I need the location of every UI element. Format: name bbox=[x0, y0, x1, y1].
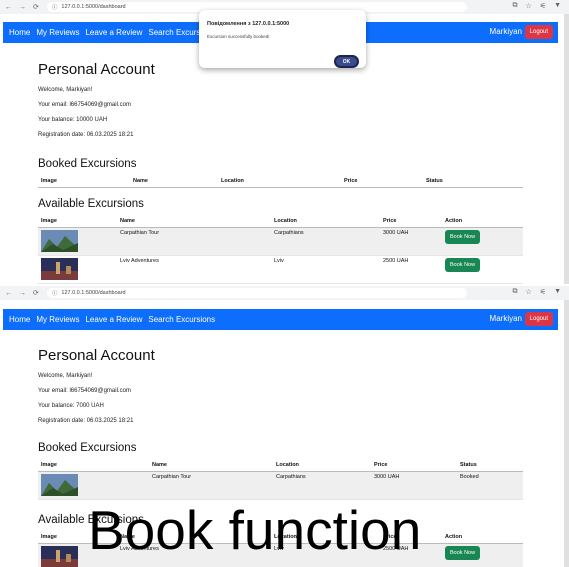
scrollbar[interactable] bbox=[564, 14, 569, 284]
th-image: Image bbox=[38, 458, 149, 472]
th-status: Status bbox=[423, 174, 523, 188]
dashboard-content: Personal Account Welcome, Markiyan! Your… bbox=[38, 61, 526, 284]
table-row: Lviv Adventures Lviv 2500 UAH Book Now bbox=[38, 255, 523, 284]
nav-search-excursions[interactable]: Search Excursions bbox=[148, 315, 215, 324]
th-location: Location bbox=[273, 458, 371, 472]
excursion-location: Lviv bbox=[271, 255, 380, 284]
nav-leave-review[interactable]: Leave a Review bbox=[85, 28, 142, 37]
username: Markiyan bbox=[489, 27, 522, 36]
screenshot-before: ← → ⟳ ⓘ 127.0.0.1:5000/dashboard ⧉ ☆ ⚟ ▼… bbox=[0, 0, 569, 284]
available-table: Image Name Location Price Action Carpath… bbox=[38, 214, 523, 284]
forward-icon[interactable]: → bbox=[19, 290, 26, 297]
excursion-name: Lviv Adventures bbox=[117, 255, 271, 284]
star-icon[interactable]: ☆ bbox=[526, 2, 532, 10]
th-price: Price bbox=[341, 174, 423, 188]
logout-button[interactable]: Logout bbox=[524, 312, 553, 326]
reload-icon[interactable]: ⟳ bbox=[33, 4, 39, 11]
nav-leave-review[interactable]: Leave a Review bbox=[85, 315, 142, 324]
navbar: Home My Reviews Leave a Review Search Ex… bbox=[3, 309, 558, 330]
th-image: Image bbox=[38, 174, 130, 188]
th-price: Price bbox=[380, 214, 442, 228]
th-action: Action bbox=[442, 530, 523, 544]
extensions-icon[interactable]: ⚟ bbox=[540, 2, 546, 10]
th-price: Price bbox=[371, 458, 457, 472]
th-name: Name bbox=[117, 214, 271, 228]
extensions-icon[interactable]: ⚟ bbox=[540, 288, 546, 296]
info-icon[interactable]: ⓘ bbox=[52, 3, 58, 11]
dialog-message: Excursion successfully booked! bbox=[207, 34, 270, 39]
url-text: 127.0.0.1:5000/dashboard bbox=[61, 290, 126, 296]
book-now-button[interactable]: Book Now bbox=[445, 230, 481, 244]
download-icon[interactable]: ▼ bbox=[554, 2, 561, 10]
browser-toolbar: ← → ⟳ ⓘ 127.0.0.1:5000/dashboard ⧉ ☆ ⚟ ▼ bbox=[0, 286, 569, 300]
book-now-button[interactable]: Book Now bbox=[445, 546, 481, 560]
booked-heading: Booked Excursions bbox=[38, 158, 137, 170]
balance-text: Your balance: 7000 UAH bbox=[38, 403, 104, 409]
registration-text: Registration date: 06.03.2025 18:21 bbox=[38, 132, 134, 138]
nav-home[interactable]: Home bbox=[9, 28, 30, 37]
scrollbar[interactable] bbox=[564, 300, 569, 567]
address-bar[interactable]: ⓘ 127.0.0.1:5000/dashboard bbox=[46, 288, 467, 298]
nav-home[interactable]: Home bbox=[9, 315, 30, 324]
excursion-price: 2500 UAH bbox=[380, 255, 442, 284]
username: Markiyan bbox=[489, 314, 522, 323]
alert-dialog: Повідомлення з 127.0.0.1:5000 Excursion … bbox=[199, 10, 366, 68]
translate-icon[interactable]: ⧉ bbox=[513, 288, 518, 296]
carpathians-thumbnail bbox=[41, 230, 78, 252]
welcome-text: Welcome, Markiyan! bbox=[38, 373, 93, 379]
forward-icon[interactable]: → bbox=[19, 4, 26, 11]
info-icon[interactable]: ⓘ bbox=[52, 289, 58, 297]
th-image: Image bbox=[38, 214, 117, 228]
registration-text: Registration date: 06.03.2025 18:21 bbox=[38, 418, 134, 424]
overlay-caption: Book function bbox=[88, 499, 422, 561]
star-icon[interactable]: ☆ bbox=[526, 288, 532, 296]
booked-table: Image Name Location Price Status bbox=[38, 174, 523, 188]
booked-table: Image Name Location Price Status Carpath… bbox=[38, 458, 523, 500]
url-text: 127.0.0.1:5000/dashboard bbox=[61, 4, 126, 10]
balance-text: Your balance: 10000 UAH bbox=[38, 117, 108, 123]
th-location: Location bbox=[271, 214, 380, 228]
excursion-location: Carpathians bbox=[271, 227, 380, 256]
translate-icon[interactable]: ⧉ bbox=[513, 2, 518, 10]
email-text: Your email: l66754069@gmail.com bbox=[38, 102, 131, 108]
nav-my-reviews[interactable]: My Reviews bbox=[36, 28, 79, 37]
booked-heading: Booked Excursions bbox=[38, 442, 137, 454]
email-text: Your email: l66754069@gmail.com bbox=[38, 388, 131, 394]
download-icon[interactable]: ▼ bbox=[554, 288, 561, 296]
table-row: Carpathian Tour Carpathians 3000 UAH Boo… bbox=[38, 227, 523, 256]
th-action: Action bbox=[442, 214, 523, 228]
lviv-thumbnail bbox=[41, 546, 78, 567]
book-now-button[interactable]: Book Now bbox=[445, 258, 481, 272]
ok-button[interactable]: OK bbox=[334, 55, 359, 68]
dialog-title: Повідомлення з 127.0.0.1:5000 bbox=[207, 21, 290, 27]
back-icon[interactable]: ← bbox=[5, 4, 12, 11]
back-icon[interactable]: ← bbox=[5, 290, 12, 297]
reload-icon[interactable]: ⟳ bbox=[33, 290, 39, 297]
lviv-thumbnail bbox=[41, 258, 78, 280]
excursion-name: Carpathian Tour bbox=[117, 227, 271, 256]
excursion-price: 3000 UAH bbox=[380, 227, 442, 256]
carpathians-thumbnail bbox=[41, 474, 78, 496]
th-name: Name bbox=[149, 458, 273, 472]
page-title: Personal Account bbox=[38, 347, 155, 364]
th-status: Status bbox=[457, 458, 523, 472]
nav-my-reviews[interactable]: My Reviews bbox=[36, 315, 79, 324]
th-location: Location bbox=[218, 174, 341, 188]
welcome-text: Welcome, Markiyan! bbox=[38, 87, 93, 93]
logout-button[interactable]: Logout bbox=[524, 25, 553, 39]
excursion-status: Booked bbox=[457, 471, 523, 500]
available-heading: Available Excursions bbox=[38, 198, 144, 210]
th-name: Name bbox=[130, 174, 218, 188]
